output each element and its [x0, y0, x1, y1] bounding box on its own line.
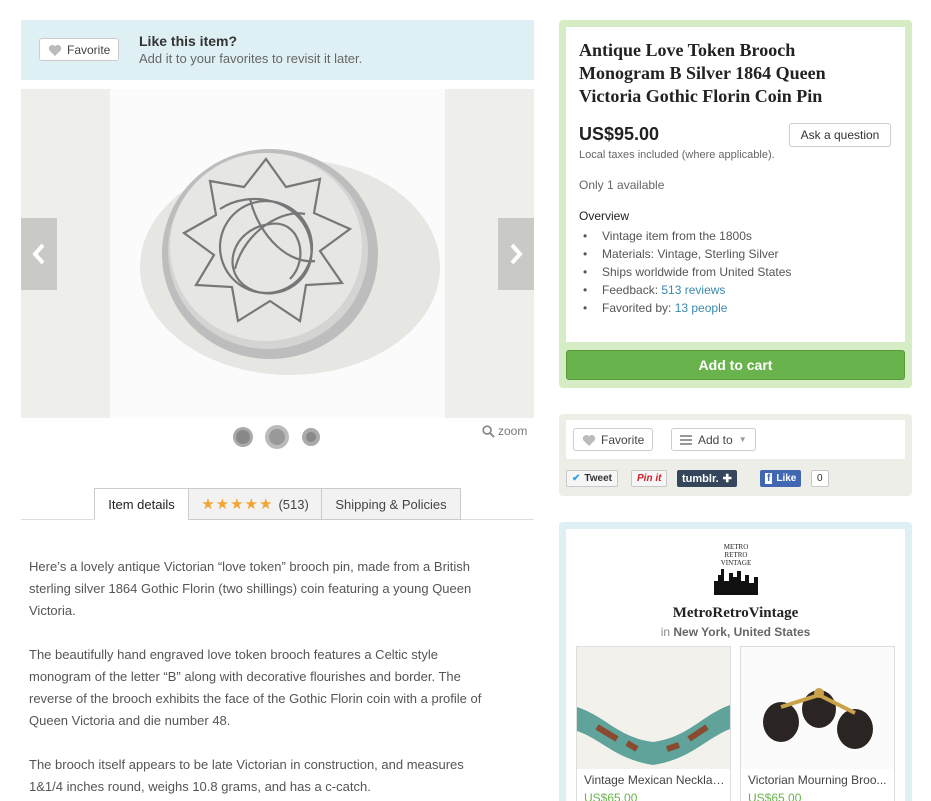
taxes-note: Local taxes included (where applicable).: [579, 149, 775, 161]
magnifier-icon: [482, 424, 495, 438]
thumbnail-1[interactable]: [230, 424, 256, 450]
tab-shipping-policies[interactable]: Shipping & Policies: [321, 488, 461, 520]
image-gallery: [21, 89, 534, 418]
thumbnail-2[interactable]: [264, 424, 290, 450]
shop-item-title: Vintage Mexican Necklac...: [584, 773, 727, 787]
overview-item-materials: Materials: Vintage, Sterling Silver: [579, 245, 791, 263]
shop-item-card[interactable]: Vintage Mexican Necklac... US$65.00: [576, 646, 731, 801]
heart-icon: [48, 44, 62, 56]
product-image[interactable]: [110, 89, 445, 418]
previous-image-button[interactable]: [21, 218, 57, 290]
tab-reviews[interactable]: ★★★★★ (513): [188, 488, 322, 520]
facebook-like-label: Like: [776, 473, 797, 484]
favorited-by-link[interactable]: 13 people: [675, 301, 728, 315]
add-to-list-button[interactable]: Add to ▼: [671, 428, 756, 451]
rating-stars: ★★★★★: [201, 496, 274, 513]
shop-info: METRO RETRO VINTAGE MetroRetroVintage in…: [566, 529, 905, 801]
facebook-like-count: 0: [811, 470, 829, 487]
price: US$95.00: [579, 124, 660, 144]
overview-item-feedback: Feedback: 513 reviews: [579, 281, 791, 299]
favorite-banner-title: Like this item?: [139, 33, 238, 49]
add-to-label: Add to: [698, 432, 733, 447]
pin-it-button[interactable]: Pin it: [631, 470, 668, 487]
add-to-cart-button[interactable]: Add to cart: [566, 350, 905, 380]
overview-heading: Overview: [579, 209, 630, 223]
listing-title: Antique Love Token Brooch Monogram B Sil…: [579, 40, 826, 106]
facebook-like-button[interactable]: f Like: [760, 470, 802, 487]
description-paragraph: The beautifully hand engraved love token…: [29, 647, 482, 728]
shop-panel: METRO RETRO VINTAGE MetroRetroVintage in…: [559, 522, 912, 801]
svg-text:RETRO: RETRO: [725, 551, 748, 559]
listing-info: Antique Love Token Brooch Monogram B Sil…: [566, 27, 905, 342]
overview-item-age: Vintage item from the 1800s: [579, 227, 791, 245]
shop-name[interactable]: MetroRetroVintage: [566, 605, 905, 622]
tumblr-button[interactable]: tumblr. ✚: [677, 470, 737, 487]
availability: Only 1 available: [579, 178, 665, 192]
svg-text:VINTAGE: VINTAGE: [721, 559, 752, 567]
reviews-count: (513): [278, 496, 309, 512]
svg-text:METRO: METRO: [724, 543, 749, 551]
next-image-button[interactable]: [498, 218, 534, 290]
overview-item-shipping: Ships worldwide from United States: [579, 263, 791, 281]
list-icon: [680, 434, 692, 445]
listing-panel: Antique Love Token Brooch Monogram B Sil…: [559, 20, 912, 388]
tweet-button[interactable]: ✔ Tweet: [566, 470, 618, 487]
shop-logo[interactable]: METRO RETRO VINTAGE: [711, 541, 761, 595]
overview-list: Vintage item from the 1800s Materials: V…: [579, 227, 791, 317]
shop-item-price: US$65.00: [584, 791, 638, 801]
shop-item-title: Victorian Mourning Broo...: [748, 773, 887, 787]
shop-item-image: [577, 647, 730, 769]
thumbnail-strip: [230, 424, 324, 450]
overview-item-favorited: Favorited by: 13 people: [579, 299, 791, 317]
feedback-link[interactable]: 513 reviews: [661, 283, 725, 297]
actions-panel: Favorite Add to ▼ ✔ Tweet Pin it tumblr.…: [559, 414, 912, 496]
favorite-item-button[interactable]: Favorite: [573, 428, 654, 451]
favorite-item-label: Favorite: [601, 432, 645, 447]
shop-item-image: [741, 647, 894, 769]
zoom-label: zoom: [498, 424, 528, 438]
twitter-bird-icon: ✔: [572, 473, 581, 484]
facebook-icon: f: [765, 473, 773, 484]
heart-icon: [582, 434, 596, 446]
ask-question-button[interactable]: Ask a question: [789, 123, 891, 147]
favorite-banner: Favorite Like this item? Add it to your …: [21, 20, 534, 80]
favorite-button[interactable]: Favorite: [39, 38, 120, 61]
zoom-button[interactable]: zoom: [482, 424, 527, 438]
tweet-label: Tweet: [584, 473, 612, 484]
item-description: Here’s a lovely antique Victorian “love …: [29, 556, 494, 801]
shop-location: in New York, United States: [660, 625, 811, 639]
favorite-button-label: Favorite: [67, 42, 111, 57]
actions-row: Favorite Add to ▼: [566, 420, 905, 459]
thumbnail-3[interactable]: [298, 424, 324, 450]
chevron-left-icon: [32, 243, 45, 265]
caret-down-icon: ▼: [738, 435, 747, 444]
item-tabs: Item details ★★★★★ (513) Shipping & Poli…: [21, 488, 534, 520]
chevron-right-icon: [510, 243, 523, 265]
description-paragraph: Here’s a lovely antique Victorian “love …: [29, 559, 472, 618]
tab-item-details[interactable]: Item details: [94, 488, 189, 520]
favorite-banner-subtitle: Add it to your favorites to revisit it l…: [139, 51, 363, 66]
tumblr-label: tumblr.: [682, 472, 719, 485]
shop-item-card[interactable]: Victorian Mourning Broo... US$65.00: [740, 646, 895, 801]
shop-item-price: US$65.00: [748, 791, 802, 801]
plus-icon: ✚: [722, 473, 732, 485]
description-paragraph: The brooch itself appears to be late Vic…: [29, 757, 464, 794]
